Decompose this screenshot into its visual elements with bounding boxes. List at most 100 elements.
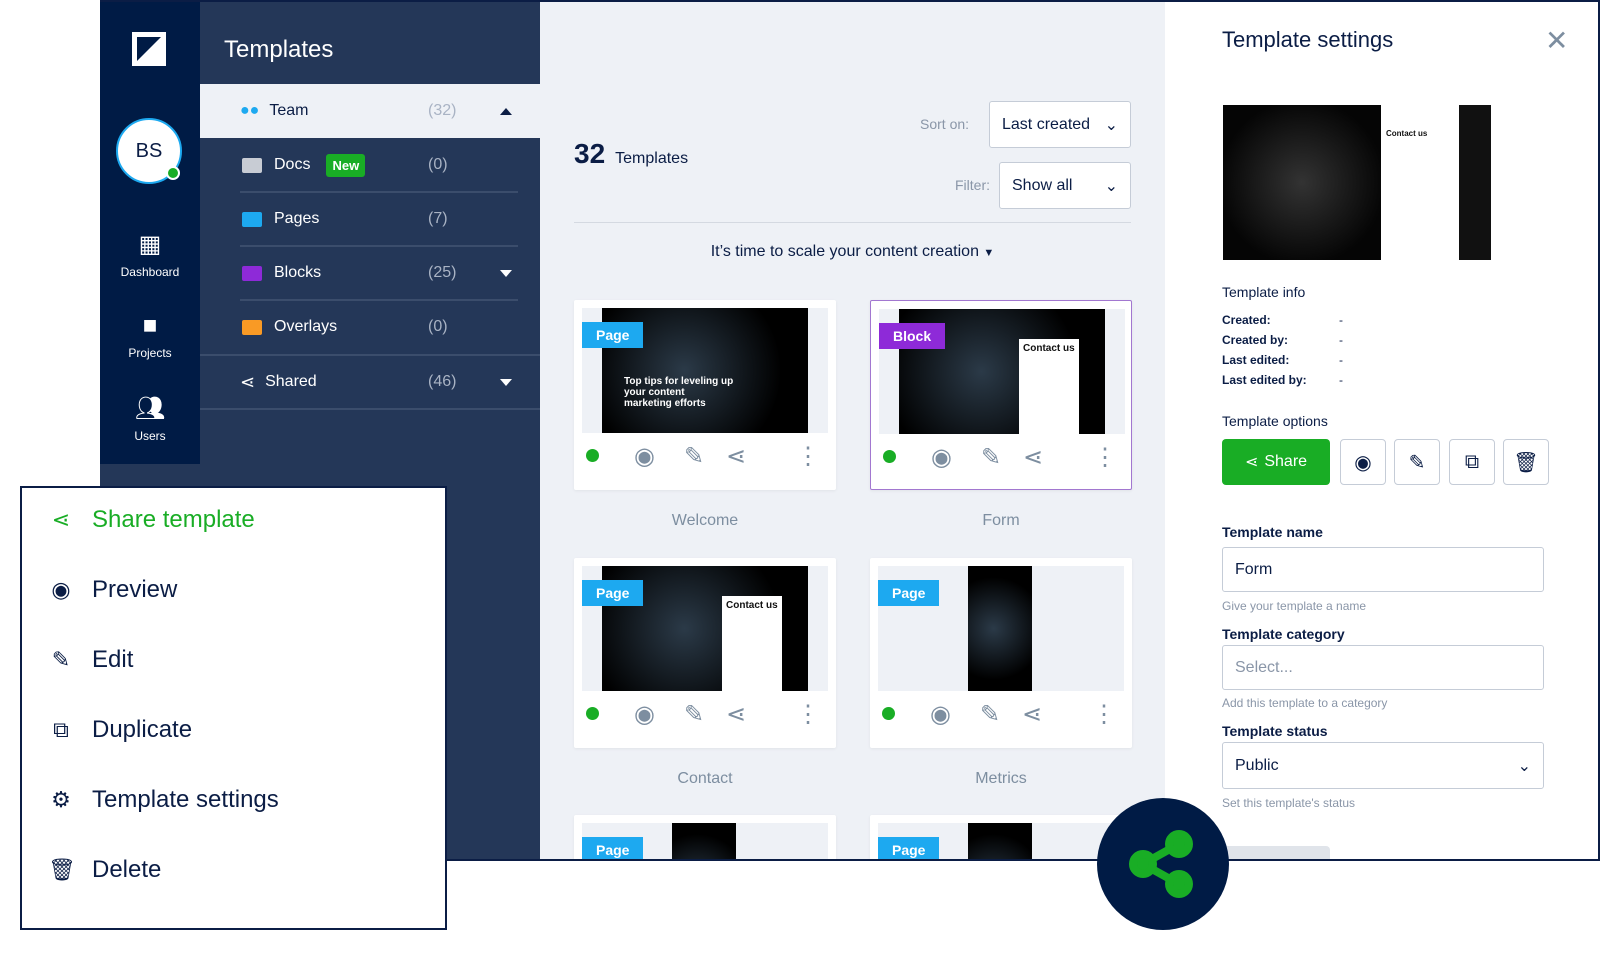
- chevron-down-icon: ⌄: [1104, 116, 1118, 134]
- thumbnail-text: Contact us: [1019, 339, 1079, 434]
- menu-item[interactable]: ⚙ Template settings: [48, 786, 279, 814]
- card-title: Metrics: [975, 770, 1027, 787]
- folder-overlays[interactable]: Overlays (0): [200, 300, 540, 354]
- status-value: Public: [1235, 756, 1279, 774]
- sort-label: Sort on:: [920, 116, 970, 132]
- eye-icon[interactable]: ◉: [931, 443, 952, 472]
- more-vertical-icon[interactable]: ⋮: [796, 700, 820, 729]
- info-value: -: [1339, 353, 1343, 367]
- menu-item-label: Duplicate: [92, 716, 193, 743]
- menu-item[interactable]: ◉ Preview: [48, 576, 177, 604]
- status-label: Template status: [1222, 723, 1328, 739]
- scale-banner[interactable]: It’s time to scale your content creation…: [540, 243, 1165, 261]
- more-vertical-icon[interactable]: ⋮: [1093, 443, 1117, 472]
- share-icon[interactable]: ⋖: [726, 700, 746, 729]
- menu-item[interactable]: 🗑︎ Delete: [48, 856, 161, 884]
- template-card[interactable]: Top tips for leveling up your content ma…: [574, 300, 836, 490]
- status-dot: [883, 450, 896, 463]
- folder-icon: ■: [142, 312, 158, 339]
- gear-icon: ⚙: [51, 787, 71, 812]
- filter-value: Show all: [1012, 176, 1073, 194]
- eye-icon: ◉: [1354, 451, 1372, 474]
- type-badge: Page: [582, 322, 644, 348]
- template-category-select[interactable]: Select...: [1222, 645, 1544, 690]
- folder-team[interactable]: ●● Team (32): [200, 84, 540, 138]
- status-dot: [586, 707, 599, 720]
- template-card[interactable]: Page ◉ ✎ ⋖ ⋮: [870, 558, 1132, 748]
- caret-up-icon[interactable]: [500, 107, 512, 115]
- category-placeholder: Select...: [1235, 658, 1293, 676]
- edit-button[interactable]: ✎: [1394, 439, 1440, 485]
- menu-item[interactable]: ✎ Edit: [48, 646, 134, 674]
- folder-shared[interactable]: ⋖ Shared (46): [200, 355, 540, 409]
- preview-button[interactable]: ◉: [1340, 439, 1386, 485]
- options-title: Template options: [1222, 413, 1328, 429]
- rail-item-dashboard[interactable]: ▦ Dashboard: [100, 230, 200, 279]
- category-label: Template category: [1222, 626, 1345, 642]
- share-fab[interactable]: [1097, 798, 1229, 930]
- template-count-label: Templates: [615, 150, 689, 167]
- save-button[interactable]: [1222, 846, 1330, 859]
- caret-down-icon[interactable]: [500, 269, 512, 277]
- share-icon[interactable]: ⋖: [726, 442, 746, 471]
- sort-select[interactable]: Last created ⌄: [989, 101, 1131, 148]
- share-button[interactable]: ⋖ Share: [1222, 439, 1330, 485]
- template-status-select[interactable]: Public ⌄: [1222, 742, 1544, 789]
- share-icon[interactable]: ⋖: [1023, 443, 1043, 472]
- duplicate-button[interactable]: ⧉: [1449, 439, 1495, 485]
- pencil-icon[interactable]: ✎: [981, 443, 1001, 472]
- pencil-icon[interactable]: ✎: [684, 442, 704, 471]
- trash-icon: 🗑︎: [1513, 451, 1539, 474]
- name-label: Template name: [1222, 524, 1323, 540]
- chevron-down-icon: ⌄: [1517, 757, 1531, 775]
- filter-select[interactable]: Show all ⌄: [999, 162, 1131, 209]
- template-card[interactable]: Page ◉ ✎ ⋖ ⋮: [870, 815, 1132, 859]
- card-thumbnail: Contact us Block: [879, 309, 1125, 434]
- app-logo[interactable]: [132, 32, 166, 66]
- folder-pages[interactable]: Pages (7): [200, 192, 540, 246]
- share-icon[interactable]: ⋖: [1022, 700, 1042, 729]
- card-thumbnail: Page: [878, 566, 1124, 691]
- menu-item[interactable]: ⧉ Duplicate: [48, 716, 192, 744]
- folder-count: (25): [428, 264, 457, 281]
- divider: [574, 222, 1131, 223]
- info-value: -: [1339, 313, 1343, 327]
- template-card[interactable]: Page ◉ ✎ ⋖ ⋮: [574, 815, 836, 859]
- menu-item-label: Preview: [92, 576, 178, 603]
- dashboard-icon: ▦: [138, 231, 162, 258]
- pencil-icon[interactable]: ✎: [684, 700, 704, 729]
- pencil-icon[interactable]: ✎: [980, 700, 1000, 729]
- copy-icon: ⧉: [53, 717, 69, 742]
- more-vertical-icon[interactable]: ⋮: [796, 442, 820, 471]
- template-name-input[interactable]: Form: [1222, 547, 1544, 592]
- menu-item-label: Edit: [92, 646, 134, 673]
- filter-label: Filter:: [955, 177, 990, 193]
- rail-label: Projects: [128, 346, 172, 360]
- caret-down-icon[interactable]: [500, 378, 512, 386]
- folder-docs[interactable]: Docs New (0): [200, 138, 540, 192]
- banner-text: It’s time to scale your content creation: [710, 243, 979, 260]
- pencil-icon: ✎: [51, 647, 71, 672]
- eye-icon[interactable]: ◉: [634, 442, 655, 471]
- template-settings-panel: Template settings ✕ Contact us Template …: [1165, 2, 1598, 859]
- template-card[interactable]: Contact us Page ◉ ✎ ⋖ ⋮: [574, 558, 836, 748]
- eye-icon[interactable]: ◉: [930, 700, 951, 729]
- delete-button[interactable]: 🗑︎: [1503, 439, 1549, 485]
- menu-item-label: Template settings: [92, 786, 279, 813]
- folder-label: Shared: [265, 373, 317, 390]
- menu-item-label: Share template: [92, 506, 255, 533]
- more-vertical-icon[interactable]: ⋮: [1092, 700, 1116, 729]
- name-help: Give your template a name: [1222, 599, 1367, 613]
- rail-item-users[interactable]: 👥︎ Users: [100, 394, 200, 443]
- rail-item-projects[interactable]: ■ Projects: [100, 312, 200, 360]
- folder-label: Docs: [274, 156, 311, 173]
- template-card[interactable]: Contact us Block ◉ ✎ ⋖ ⋮: [870, 300, 1132, 490]
- menu-item[interactable]: ⋖ Share template: [48, 506, 255, 534]
- eye-icon[interactable]: ◉: [634, 700, 655, 729]
- close-icon[interactable]: ✕: [1545, 24, 1568, 57]
- folder-blocks[interactable]: Blocks (25): [200, 246, 540, 300]
- card-thumbnail: Top tips for leveling up your content ma…: [582, 308, 828, 433]
- caret-down-icon: ▼: [983, 247, 995, 259]
- card-thumbnail: Page: [582, 823, 828, 859]
- templates-main: 32 Templates Sort on: Last created ⌄ Filt…: [540, 2, 1165, 859]
